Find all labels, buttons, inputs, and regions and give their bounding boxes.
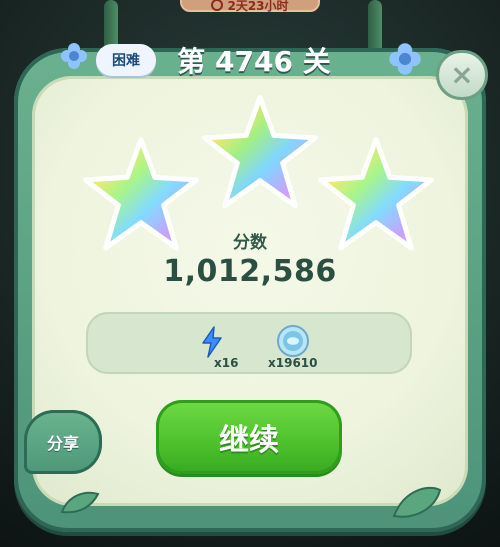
coin-count: x19610 xyxy=(268,356,318,370)
share-button[interactable]: 分享 xyxy=(24,410,102,474)
leaf-icon xyxy=(392,486,442,518)
level-title: 第 4746 关 xyxy=(177,45,331,78)
timer-text: 2天23小时 xyxy=(227,0,289,13)
score-value: 1,012,586 xyxy=(163,254,337,289)
coin-icon xyxy=(277,325,309,357)
difficulty-badge: 困难 xyxy=(96,44,156,76)
flower-icon xyxy=(389,43,421,75)
score-label: 分数 xyxy=(233,233,267,253)
flower-icon xyxy=(61,43,87,69)
lightning-icon xyxy=(202,326,222,358)
clock-icon xyxy=(211,0,224,11)
share-label: 分享 xyxy=(46,434,79,453)
star-icon xyxy=(202,95,318,209)
lightning-count: x16 xyxy=(214,356,239,370)
difficulty-text: 困难 xyxy=(112,53,140,69)
event-timer: 2天23小时 xyxy=(180,0,320,13)
continue-label: 继续 xyxy=(219,423,279,458)
leaf-icon xyxy=(60,491,100,514)
close-icon: × xyxy=(450,58,474,91)
rewards-panel xyxy=(86,312,412,374)
continue-button[interactable]: 继续 xyxy=(156,400,342,474)
close-button[interactable]: × xyxy=(436,50,488,100)
